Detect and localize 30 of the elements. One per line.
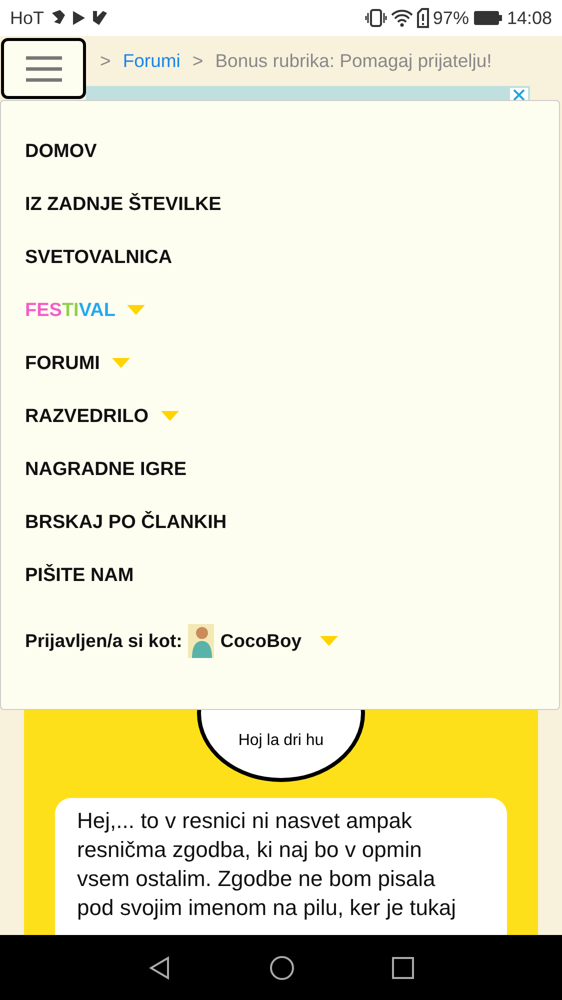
breadcrumb-separator: > (192, 50, 204, 72)
play-store-icon (72, 9, 86, 27)
author-name: Hoj la dri hu (238, 732, 324, 750)
menu-item[interactable]: NAGRADNE IGRE (25, 456, 187, 481)
check-icon (92, 9, 108, 27)
wifi-icon (390, 9, 413, 27)
menu-item[interactable]: SVETOVALNICA (25, 244, 172, 269)
battery-level: 97% (432, 8, 469, 28)
post-text: Hej,... to v resnici ni nasvet ampak resničma zgodba, ki naj bo v opmin vsem ostalim. Zgodbe ne bom pisala pod svojim imenom na pilu, ker je tukaj (77, 806, 458, 922)
battery-icon (472, 10, 503, 26)
vibrate-icon (364, 8, 387, 28)
carrier-name: HoT (10, 8, 44, 28)
username-link[interactable]: CocoBoy (220, 630, 302, 652)
menu-item[interactable]: PIŠITE NAM (25, 562, 134, 587)
avatar-icon (188, 624, 214, 658)
menu-item[interactable]: IZ ZADNJE ŠTEVILKE (25, 191, 222, 216)
home-icon[interactable] (268, 954, 295, 980)
notification-icon (50, 9, 66, 27)
menu-item[interactable]: DOMOV (25, 138, 97, 163)
menu-item[interactable]: RAZVEDRILO (25, 403, 148, 428)
menu-item[interactable]: BRSKAJ PO ČLANKIH (25, 509, 227, 534)
recents-icon[interactable] (392, 956, 414, 978)
breadcrumb-separator: > (100, 50, 111, 72)
breadcrumb-current: Bonus rubrika: Pomagaj prijatelju! (215, 50, 492, 72)
menu-button[interactable] (1, 38, 86, 99)
menu-item[interactable]: FORUMI (25, 350, 100, 375)
sim-alert-icon (416, 8, 429, 28)
logged-in-label: Prijavljen/a si kot: (25, 630, 182, 652)
menu-icon (24, 54, 64, 82)
clock: 14:08 (506, 8, 552, 28)
